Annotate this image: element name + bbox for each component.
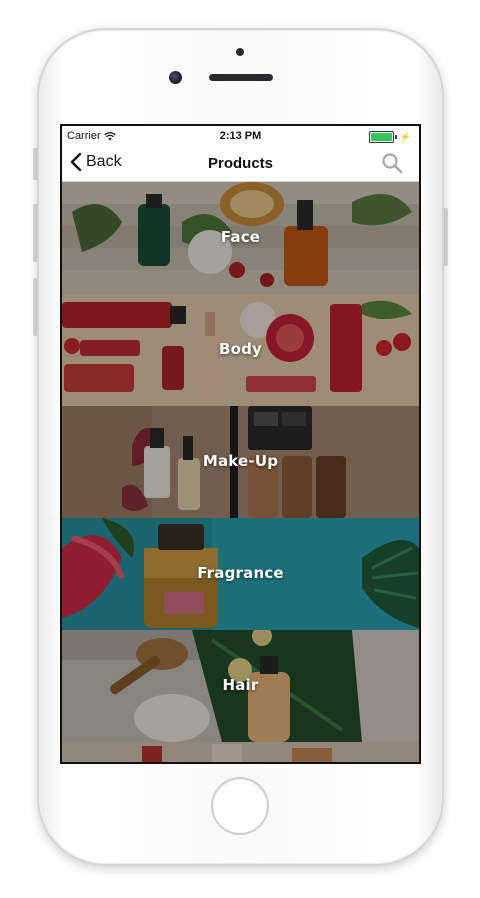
category-face[interactable]: Face xyxy=(62,182,419,294)
search-button[interactable] xyxy=(381,152,403,179)
home-button[interactable] xyxy=(211,777,269,835)
battery-icon xyxy=(368,131,394,143)
category-label: Fragrance xyxy=(197,564,284,582)
screen: Carrier 2:13 PM ⚡ Back Products Face Bod… xyxy=(60,124,421,764)
page-title: Products xyxy=(207,155,273,172)
navigation-bar: Back Products xyxy=(62,146,419,182)
proximity-sensor xyxy=(236,48,244,56)
status-time: 2:13 PM xyxy=(219,130,262,142)
category-label: Make-Up xyxy=(202,452,279,470)
charging-bolt-icon: ⚡ xyxy=(399,131,411,142)
battery-indicator: ⚡ xyxy=(368,131,411,143)
front-camera xyxy=(169,71,182,84)
category-label: Face xyxy=(220,228,261,246)
category-label: Body xyxy=(218,340,263,358)
status-bar: Carrier 2:13 PM ⚡ xyxy=(62,126,419,146)
search-icon xyxy=(382,153,403,174)
category-list[interactable]: Face Body Make-Up Fragrance Hair xyxy=(62,182,419,762)
category-body[interactable]: Body xyxy=(62,294,419,406)
category-next-partial[interactable] xyxy=(62,742,419,762)
category-fragrance[interactable]: Fragrance xyxy=(62,518,419,630)
category-make-up[interactable]: Make-Up xyxy=(62,406,419,518)
battery-fill xyxy=(370,133,392,141)
category-hair[interactable]: Hair xyxy=(62,630,419,742)
category-label: Hair xyxy=(222,676,259,694)
earpiece-speaker xyxy=(209,74,273,81)
